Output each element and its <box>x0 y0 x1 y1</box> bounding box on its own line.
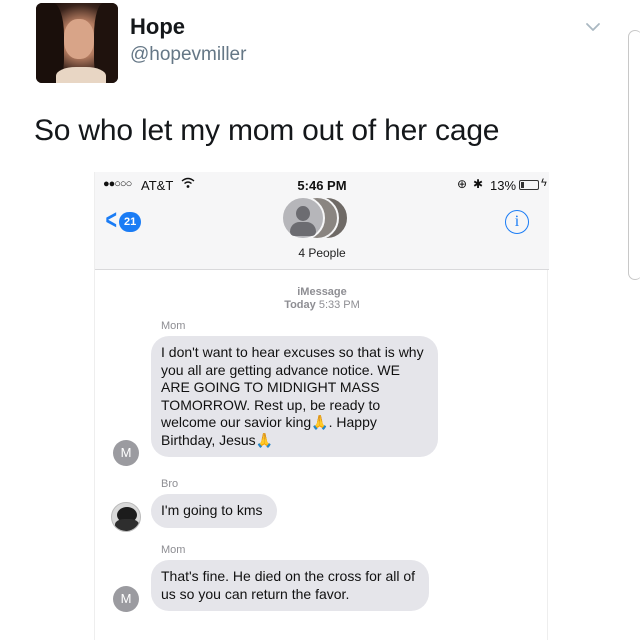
group-member-avatar <box>281 196 325 240</box>
thread-timestamp: iMessage Today 5:33 PM <box>95 286 549 312</box>
battery-icon <box>519 180 539 190</box>
message-line: I'm going to kms <box>161 502 263 518</box>
message-line: TOMORROW. Rest up, be ready to <box>161 396 381 413</box>
avatar-face <box>64 19 94 59</box>
sender-name: Mom <box>161 544 186 556</box>
sender-name: Bro <box>161 478 179 490</box>
bluetooth-icon: ✱ <box>473 177 484 191</box>
praying-hands-icon: 🙏 <box>311 414 329 430</box>
chevron-down-icon[interactable] <box>582 16 604 38</box>
unread-count-badge: 21 <box>119 212 142 232</box>
message-bubble[interactable]: I don't want to hear excuses so that is … <box>151 336 438 457</box>
message-line: you all are getting advance notice. WE <box>161 361 400 378</box>
group-avatars[interactable] <box>281 196 361 244</box>
back-arrow-icon: < <box>105 204 117 235</box>
day-label: Today <box>284 299 316 311</box>
message-line: I don't want to hear excuses so that is … <box>161 344 424 360</box>
sender-name: Mom <box>161 320 186 332</box>
messages-navbar: ●●○○○ AT&T 5:46 PM ⊕ ✱ 13% ϟ < 21 4 Peop… <box>95 172 549 270</box>
rotation-lock-icon: ⊕ <box>457 177 468 191</box>
sender-avatar[interactable] <box>111 502 141 532</box>
sender-avatar[interactable]: M <box>113 586 139 612</box>
sender-avatar[interactable]: M <box>113 440 139 466</box>
message-bubble[interactable]: I'm going to kms <box>151 494 277 528</box>
charging-icon: ϟ <box>541 177 547 189</box>
profile-avatar[interactable] <box>36 3 118 83</box>
message-line: ARE GOING TO MIDNIGHT MASS <box>161 379 380 395</box>
message-line: us so you can return the favor. <box>161 585 350 602</box>
message-line: Birthday, Jesus🙏 <box>161 431 274 448</box>
service-label: iMessage <box>297 286 347 298</box>
scrollbar[interactable] <box>628 30 640 280</box>
time-label: 5:33 PM <box>318 299 360 311</box>
embedded-screenshot: ●●○○○ AT&T 5:46 PM ⊕ ✱ 13% ϟ < 21 4 Peop… <box>94 172 549 640</box>
user-handle[interactable]: @hopevmiller <box>130 44 246 66</box>
tweet-text: So who let my mom out of her cage <box>34 114 500 147</box>
message-line: That's fine. He died on the cross for al… <box>161 568 416 584</box>
battery-percent: 13% <box>490 178 517 193</box>
display-name[interactable]: Hope <box>130 14 185 40</box>
info-icon[interactable]: i <box>505 210 529 234</box>
status-bar: ●●○○○ AT&T 5:46 PM ⊕ ✱ 13% ϟ <box>95 177 549 196</box>
avatar-shirt <box>56 67 106 83</box>
back-button[interactable]: < 21 <box>103 204 155 235</box>
message-line: welcome our savior king🙏. Happy <box>161 414 377 430</box>
group-name[interactable]: 4 People <box>95 246 549 260</box>
praying-hands-icon: 🙏 <box>255 431 274 448</box>
message-bubble[interactable]: That's fine. He died on the cross for al… <box>151 560 430 611</box>
